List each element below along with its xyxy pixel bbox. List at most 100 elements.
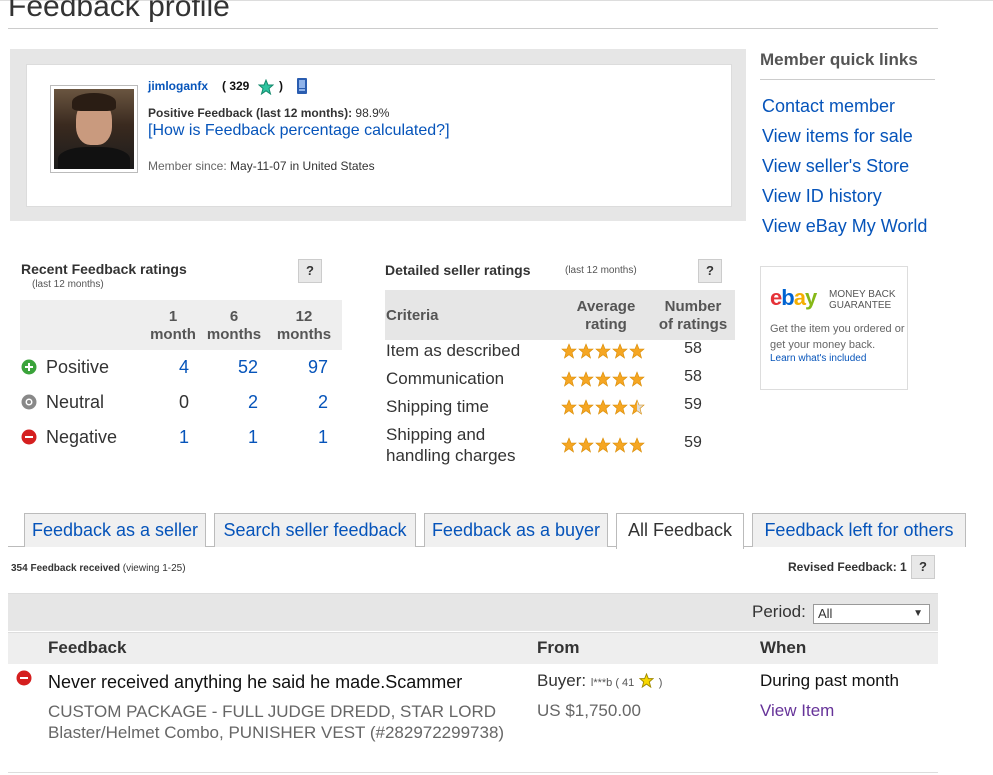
learn-whats-included-link[interactable]: Learn what's included (770, 353, 866, 364)
feedback-column-header: Feedback (48, 638, 127, 657)
feedback-score: ( 329 (222, 79, 250, 93)
detailed-ratings-title: Detailed seller ratings (385, 262, 531, 278)
feedback-comment: Never received anything he said he made.… (48, 672, 463, 692)
stars-shipping-handling (561, 437, 645, 453)
criteria-communication: Communication (386, 369, 505, 388)
neutral-label: Neutral (46, 392, 105, 412)
col-6-months: 6 months (206, 308, 262, 343)
positive-feedback-label: Positive Feedback (last 12 months): (148, 106, 353, 120)
view-item-link[interactable]: View Item (760, 701, 834, 721)
title-divider (8, 28, 938, 29)
from-column-header: From (537, 638, 580, 657)
buyer-label: Buyer: (537, 671, 587, 690)
buyer-info: Buyer: l***b ( 41 ) (537, 671, 662, 691)
ebay-logo: ebay (770, 285, 817, 310)
rating-star-icon (595, 437, 611, 453)
criteria-shipping-handling: Shipping and handling charges (386, 425, 516, 465)
guarantee-label: MONEY BACK GUARANTEE (829, 289, 896, 311)
dropdown-arrow-icon: ▼ (913, 608, 923, 619)
avatar[interactable] (50, 85, 138, 173)
yellow-star-icon[interactable] (638, 672, 655, 689)
positive-1-month[interactable]: 4 (164, 357, 204, 378)
item-price: US $1,750.00 (537, 701, 641, 720)
criteria-header: Criteria (386, 307, 439, 324)
green-star-icon[interactable] (258, 79, 274, 95)
positive-label: Positive (46, 357, 110, 377)
rating-star-icon (595, 371, 611, 387)
rating-star-icon (578, 399, 594, 415)
rating-star-icon (595, 343, 611, 359)
number-of-ratings-header: Number of ratings (658, 298, 728, 333)
member-since-label: Member since: (148, 159, 227, 173)
view-sellers-store-link[interactable]: View seller's Store (762, 156, 909, 177)
detailed-ratings-subtitle: (last 12 months) (565, 265, 637, 276)
neutral-1-month: 0 (178, 392, 189, 412)
detailed-ratings-help-button[interactable]: ? (698, 259, 722, 283)
tab-all-feedback[interactable]: All Feedback (616, 513, 744, 549)
positive-feedback: Positive Feedback (last 12 months): 98.9… (148, 106, 389, 120)
buyer-name-link[interactable]: l***b ( 41 (591, 677, 634, 689)
neutral-icon (21, 394, 37, 410)
negative-label: Negative (46, 427, 118, 447)
view-my-world-link[interactable]: View eBay My World (762, 216, 927, 237)
rating-star-icon (612, 437, 628, 453)
feedback-score-close: ) (279, 79, 283, 93)
tab-search-seller-feedback[interactable]: Search seller feedback (214, 513, 416, 547)
when-column-header: When (760, 638, 807, 657)
buyer-score-close: ) (658, 677, 663, 689)
recent-ratings-help-button[interactable]: ? (298, 259, 322, 283)
row-divider (8, 772, 938, 773)
rating-star-icon (578, 343, 594, 359)
rating-star-icon (612, 399, 628, 415)
view-items-for-sale-link[interactable]: View items for sale (762, 126, 913, 147)
period-label: Period: (752, 602, 806, 621)
tab-feedback-as-buyer[interactable]: Feedback as a buyer (424, 513, 608, 547)
positive-12-months[interactable]: 97 (298, 357, 338, 378)
negative-12-months[interactable]: 1 (303, 427, 343, 448)
stars-item-as-described (561, 343, 645, 359)
stars-communication (561, 371, 645, 387)
col-1-month: 1 month (150, 308, 196, 343)
rating-star-icon (612, 371, 628, 387)
quick-links-title: Member quick links (760, 50, 918, 69)
rating-star-icon (578, 437, 594, 453)
contact-member-link[interactable]: Contact member (762, 96, 895, 117)
member-since: Member since: May-11-07 in United States (148, 159, 375, 173)
rating-star-icon (561, 343, 577, 359)
username-link[interactable]: jimloganfx (148, 79, 208, 93)
negative-1-month[interactable]: 1 (164, 427, 204, 448)
count-shipping-time: 59 (684, 396, 702, 413)
rating-star-icon (561, 399, 577, 415)
count-shipping-handling: 59 (684, 434, 702, 451)
recent-ratings-title: Recent Feedback ratings (21, 261, 187, 277)
me-page-icon[interactable] (295, 77, 309, 95)
rating-star-icon (629, 343, 645, 359)
tab-feedback-as-seller[interactable]: Feedback as a seller (24, 513, 206, 547)
count-item-as-described: 58 (684, 340, 702, 357)
negative-6-months[interactable]: 1 (233, 427, 273, 448)
positive-feedback-value: 98.9% (355, 106, 390, 120)
average-rating-header: Average rating (576, 298, 636, 333)
page-title: Feedback profile (8, 0, 230, 23)
rating-star-icon (595, 399, 611, 415)
tab-feedback-left-for-others[interactable]: Feedback left for others (752, 513, 966, 547)
rating-star-icon (612, 343, 628, 359)
revised-help-button[interactable]: ? (911, 555, 935, 579)
negative-icon (21, 429, 37, 445)
how-calculated-link[interactable]: [How is Feedback percentage calculated?] (148, 122, 450, 140)
rating-star-icon (561, 437, 577, 453)
count-communication: 58 (684, 368, 702, 385)
feedback-received-count: 354 Feedback received (viewing 1-25) (11, 563, 186, 574)
money-back-guarantee[interactable]: ebay MONEY BACK GUARANTEE Get the item y… (760, 266, 908, 390)
feedback-item-title: CUSTOM PACKAGE - FULL JUDGE DREDD, STAR … (48, 702, 505, 742)
neutral-12-months[interactable]: 2 (303, 392, 343, 413)
guarantee-text: Get the item you ordered or get your mon… (770, 323, 905, 351)
rating-star-icon (629, 399, 645, 415)
positive-6-months[interactable]: 52 (228, 357, 268, 378)
avatar-photo (54, 89, 134, 169)
view-id-history-link[interactable]: View ID history (762, 186, 882, 207)
member-since-value: May-11-07 in United States (230, 159, 375, 173)
period-select[interactable]: All ▼ (813, 604, 930, 624)
neutral-6-months[interactable]: 2 (233, 392, 273, 413)
revised-feedback: Revised Feedback: 1 (788, 560, 907, 574)
